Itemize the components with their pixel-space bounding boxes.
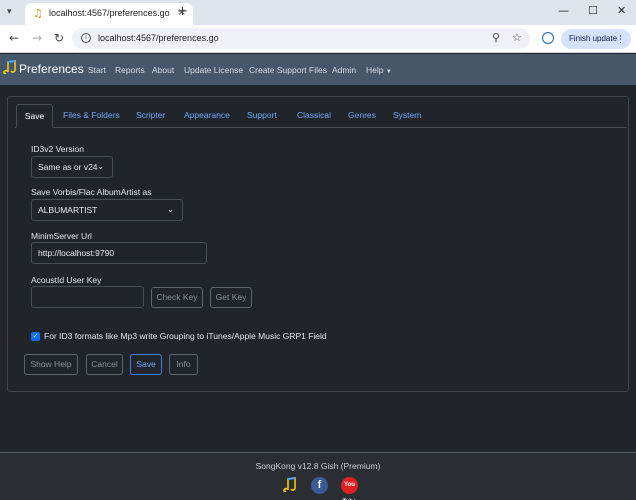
grouping-checkbox[interactable]: ✓ xyxy=(31,332,40,341)
acoustid-label: AcoustId User Key xyxy=(31,275,102,285)
nav-start[interactable]: Start xyxy=(88,65,106,75)
tab-files-folders[interactable]: Files & Folders xyxy=(63,110,120,120)
nav-help-label: Help xyxy=(366,65,384,75)
brand-text: Preferences xyxy=(19,62,84,76)
songkong-logo-icon[interactable] xyxy=(283,476,297,494)
minimize-icon[interactable]: — xyxy=(558,4,569,17)
id3v2-label: ID3v2 Version xyxy=(31,144,84,154)
address-bar[interactable]: i localhost:4567/preferences.go ⚲ ☆ xyxy=(72,28,530,49)
caret-down-icon: ▼ xyxy=(385,69,392,75)
acoustid-key-input[interactable] xyxy=(31,286,144,308)
tab-title: localhost:4567/preferences.go xyxy=(49,8,170,18)
tabs-divider xyxy=(15,127,627,128)
bookmark-star-icon[interactable]: ☆ xyxy=(512,31,522,44)
id3v2-value: Same as or v24 xyxy=(38,162,98,172)
nav-create-support-files[interactable]: Create Support Files xyxy=(249,65,327,75)
youtube-icon[interactable]: You Tube xyxy=(341,477,358,500)
info-button[interactable]: Info xyxy=(169,354,198,375)
nav-reports[interactable]: Reports xyxy=(115,65,145,75)
browser-tab-bar: ▾ ♫ localhost:4567/preferences.go × + — … xyxy=(0,0,636,25)
browser-tab[interactable]: ♫ localhost:4567/preferences.go × xyxy=(25,3,193,25)
vorbis-albumartist-select[interactable]: ALBUMARTIST ⌄ xyxy=(31,199,183,221)
finish-update-label: Finish update xyxy=(569,34,618,43)
url-text: localhost:4567/preferences.go xyxy=(98,33,219,43)
site-info-icon[interactable]: i xyxy=(81,33,91,43)
minimserver-url-input[interactable]: http://localhost:9790 xyxy=(31,242,207,264)
chevron-down-icon: ⌄ xyxy=(167,205,174,214)
maximize-icon[interactable]: ☐ xyxy=(588,4,598,17)
nav-update-license[interactable]: Update License xyxy=(184,65,243,75)
tab-scripter[interactable]: Scripter xyxy=(136,110,165,120)
browser-toolbar: ← → ↻ i localhost:4567/preferences.go ⚲ … xyxy=(0,25,636,53)
check-key-button[interactable]: Check Key xyxy=(151,287,203,308)
music-favicon: ♫ xyxy=(33,7,43,20)
new-tab-icon[interactable]: + xyxy=(177,4,188,19)
facebook-icon[interactable]: f xyxy=(311,477,328,494)
grouping-label: For ID3 formats like Mp3 write Grouping … xyxy=(44,331,327,341)
forward-arrow-icon[interactable]: → xyxy=(32,31,42,45)
profile-icon[interactable] xyxy=(542,32,554,44)
nav-about[interactable]: About xyxy=(152,65,174,75)
menu-dots-icon[interactable]: ⋮ xyxy=(616,29,625,49)
tab-system[interactable]: System xyxy=(393,110,421,120)
app-navbar: Preferences Start Reports About Update L… xyxy=(0,54,636,85)
footer-version: SongKong v12.8 Gish (Premium) xyxy=(255,461,381,471)
chevron-down-icon: ⌄ xyxy=(97,162,104,171)
close-window-icon[interactable]: ✕ xyxy=(617,4,626,17)
zoom-icon[interactable]: ⚲ xyxy=(492,31,500,44)
tab-search-icon[interactable]: ▾ xyxy=(7,7,17,17)
id3v2-select[interactable]: Same as or v24 ⌄ xyxy=(31,156,113,178)
vorbis-value: ALBUMARTIST xyxy=(38,205,98,215)
vorbis-label: Save Vorbis/Flac AlbumArtist as xyxy=(31,187,152,197)
tab-genres[interactable]: Genres xyxy=(348,110,376,120)
cancel-button[interactable]: Cancel xyxy=(86,354,123,375)
back-arrow-icon[interactable]: ← xyxy=(9,31,19,45)
tab-appearance[interactable]: Appearance xyxy=(184,110,230,120)
save-button[interactable]: Save xyxy=(130,354,162,375)
tab-support[interactable]: Support xyxy=(247,110,277,120)
tab-save[interactable]: Save xyxy=(16,104,53,128)
finish-update-button[interactable]: Finish update ⋮ xyxy=(561,29,631,49)
songkong-logo-icon xyxy=(3,60,16,75)
minimserver-label: MinimServer Url xyxy=(31,231,92,241)
reload-icon[interactable]: ↻ xyxy=(54,31,64,45)
tab-classical[interactable]: Classical xyxy=(297,110,331,120)
get-key-button[interactable]: Get Key xyxy=(210,287,252,308)
footer: SongKong v12.8 Gish (Premium) f You Tube xyxy=(0,452,636,500)
nav-help[interactable]: Help ▼ xyxy=(366,65,392,75)
nav-admin[interactable]: Admin xyxy=(332,65,356,75)
show-help-button[interactable]: Show Help xyxy=(24,354,78,375)
